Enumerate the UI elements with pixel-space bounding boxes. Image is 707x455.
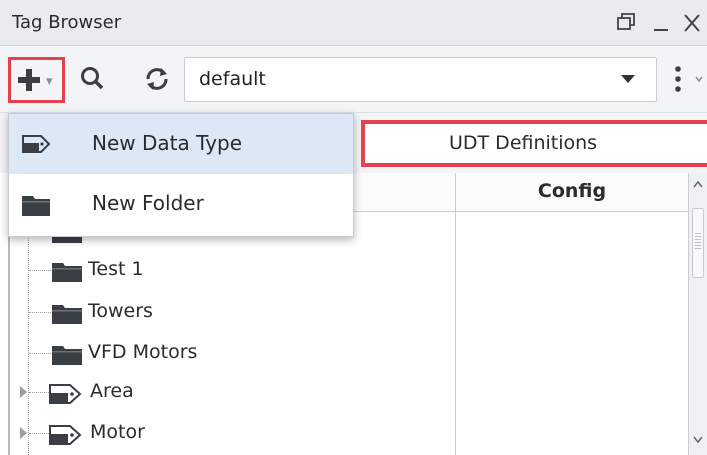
menu-item-new-folder[interactable]: New Folder bbox=[9, 174, 353, 234]
column-divider[interactable] bbox=[455, 173, 456, 455]
data-type-icon bbox=[49, 384, 82, 404]
tree-item-label: Test 1 bbox=[88, 258, 144, 280]
tree-item-label: Towers bbox=[88, 300, 153, 322]
folder-icon bbox=[52, 263, 82, 282]
tree-connector bbox=[29, 312, 51, 313]
tag-provider-select[interactable]: default bbox=[184, 57, 657, 102]
vertical-scrollbar[interactable] bbox=[688, 173, 707, 455]
folder-icon bbox=[22, 196, 50, 216]
dropdown-caret-icon bbox=[621, 75, 635, 83]
search-icon[interactable] bbox=[76, 62, 110, 96]
tree-item-test-1[interactable]: Test 1 bbox=[20, 251, 450, 291]
close-icon[interactable] bbox=[678, 6, 707, 38]
scroll-down-icon[interactable] bbox=[692, 435, 704, 445]
tree-connector bbox=[29, 270, 51, 271]
add-menu-popup: New Data Type New Folder bbox=[8, 113, 354, 237]
title-bar: Tag Browser bbox=[0, 0, 707, 46]
toolbar: ▾ default bbox=[0, 46, 707, 113]
grip-icon bbox=[695, 233, 701, 251]
plus-icon bbox=[18, 69, 40, 91]
tree-item-vfd-motors[interactable]: VFD Motors bbox=[20, 334, 450, 374]
scroll-thumb[interactable] bbox=[692, 208, 704, 278]
menu-item-label: New Folder bbox=[92, 191, 204, 215]
tree-item-towers[interactable]: Towers bbox=[20, 293, 450, 333]
data-type-icon bbox=[49, 425, 82, 445]
provider-value: default bbox=[199, 68, 266, 90]
tree-item-area[interactable]: Area bbox=[20, 373, 450, 413]
menu-item-new-data-type[interactable]: New Data Type bbox=[9, 114, 353, 174]
window-title: Tag Browser bbox=[12, 12, 122, 33]
restore-icon[interactable] bbox=[612, 6, 642, 38]
tree-item-label: Motor bbox=[90, 421, 145, 443]
tree-item-label: Area bbox=[90, 380, 134, 402]
expand-arrow-icon[interactable] bbox=[20, 386, 27, 398]
config-column-header[interactable]: Config bbox=[456, 173, 688, 212]
tree-item-label: VFD Motors bbox=[88, 341, 198, 363]
tab-label: UDT Definitions bbox=[449, 132, 598, 154]
expand-arrow-icon[interactable] bbox=[20, 427, 27, 439]
folder-icon bbox=[52, 346, 82, 365]
menu-item-label: New Data Type bbox=[92, 131, 243, 155]
tree-connector bbox=[29, 353, 51, 354]
data-type-icon bbox=[22, 135, 51, 153]
more-vertical-icon[interactable] bbox=[666, 59, 706, 99]
tree-item-motor[interactable]: Motor bbox=[20, 414, 450, 454]
tab-udt-definitions[interactable]: UDT Definitions bbox=[361, 120, 707, 167]
refresh-icon[interactable] bbox=[140, 62, 174, 96]
minimize-icon[interactable] bbox=[647, 6, 677, 38]
chevron-down-icon: ▾ bbox=[46, 74, 53, 89]
add-button[interactable]: ▾ bbox=[8, 57, 65, 103]
scroll-up-icon[interactable] bbox=[692, 179, 704, 189]
folder-icon bbox=[52, 305, 82, 324]
